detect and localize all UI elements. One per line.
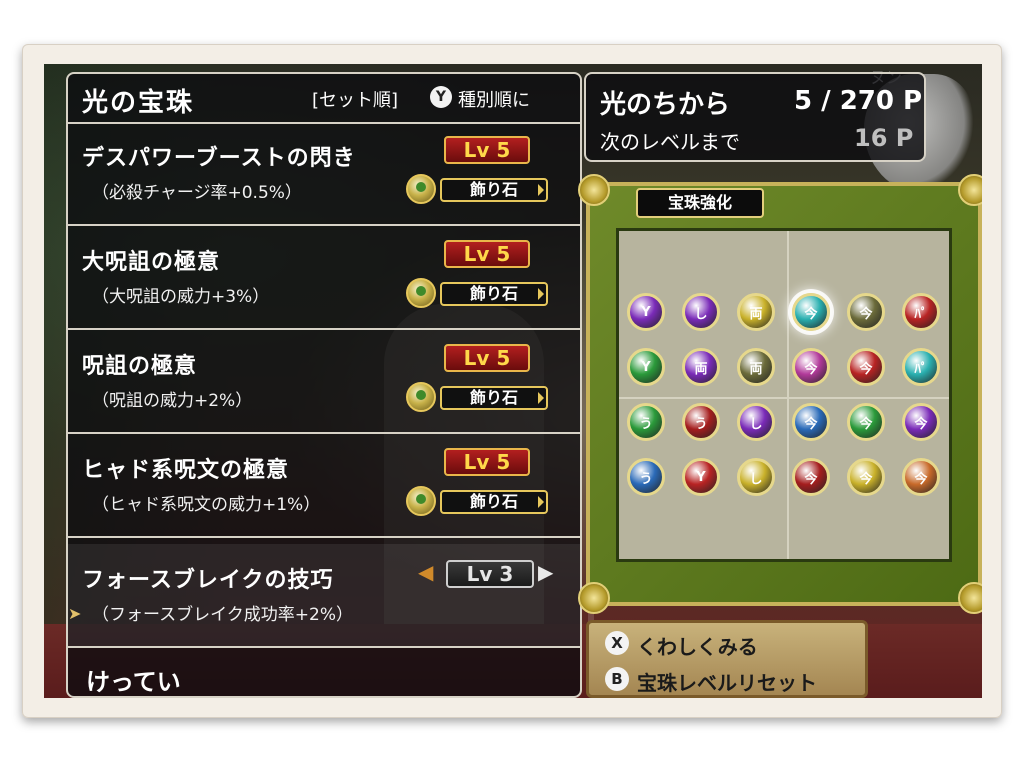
level-badge: Lv 5 bbox=[444, 448, 530, 476]
confirm-button[interactable]: けってい bbox=[68, 658, 580, 698]
orb-desc: （大呪詛の威力+3%） bbox=[92, 287, 270, 307]
points-panel: 光のちから 5 / 270 P 次のレベルまで 16 P bbox=[584, 72, 926, 162]
x-button-icon[interactable]: X bbox=[605, 631, 629, 655]
list-header: 光の宝珠 [セット順] Y 種別順に bbox=[68, 74, 580, 124]
orb-cell[interactable]: う bbox=[627, 458, 665, 496]
orb-cell[interactable]: 今 bbox=[902, 458, 940, 496]
board-title: 宝珠強化 bbox=[636, 188, 764, 218]
level-selector[interactable]: Lv 3 bbox=[446, 560, 534, 588]
corner-ornament-icon bbox=[578, 174, 610, 206]
orb-cell[interactable]: 今 bbox=[847, 458, 885, 496]
orb-icon bbox=[406, 174, 436, 204]
reset-label[interactable]: 宝珠レベルリセット bbox=[637, 667, 817, 696]
orb-cell[interactable]: 今 bbox=[847, 293, 885, 331]
slot-label: 飾り石 bbox=[440, 490, 548, 514]
points-title: 光のちから bbox=[600, 90, 731, 120]
b-button-icon[interactable]: B bbox=[605, 667, 629, 691]
orb-name: フォースブレイクの技巧 bbox=[82, 568, 334, 593]
orb-list-panel: 光の宝珠 [セット順] Y 種別順に デスパワーブーストの閃き （必殺チャージ率… bbox=[66, 72, 594, 698]
points-value: 5 / 270 P bbox=[794, 86, 923, 116]
details-label[interactable]: くわしくみる bbox=[637, 631, 758, 660]
orb-cell[interactable]: う bbox=[627, 403, 665, 441]
corner-ornament-icon bbox=[958, 174, 982, 206]
list-item[interactable]: デスパワーブーストの閃き （必殺チャージ率+0.5%） Lv 5 飾り石 bbox=[68, 122, 580, 226]
orb-cell[interactable]: う bbox=[682, 403, 720, 441]
gem-slot[interactable]: 飾り石 bbox=[406, 382, 550, 412]
list-item-selected[interactable]: フォースブレイクの技巧 （フォースブレイク成功率+2%） ◀ Lv 3 ▶ bbox=[68, 544, 580, 648]
help-panel: X くわしくみる B 宝珠レベルリセット bbox=[586, 620, 868, 698]
orb-icon bbox=[406, 486, 436, 516]
orb-desc: （必殺チャージ率+0.5%） bbox=[92, 183, 302, 203]
orb-name: ヒャド系呪文の極意 bbox=[82, 458, 290, 483]
orb-cell[interactable]: ﾊﾟ bbox=[902, 293, 940, 331]
orb-cell[interactable]: 両 bbox=[737, 293, 775, 331]
slot-label: 飾り石 bbox=[440, 386, 548, 410]
list-title: 光の宝珠 bbox=[82, 88, 195, 118]
sort-current-label: [セット順] bbox=[312, 90, 399, 111]
arrow-left-icon[interactable]: ◀ bbox=[418, 560, 433, 584]
gem-slot[interactable]: 飾り石 bbox=[406, 174, 550, 204]
next-level-label: 次のレベルまで bbox=[600, 130, 740, 154]
gem-slot[interactable]: 飾り石 bbox=[406, 486, 550, 516]
orb-icon bbox=[406, 382, 436, 412]
orb-cell[interactable]: 今 bbox=[847, 348, 885, 386]
orb-cell[interactable]: Y bbox=[627, 293, 665, 331]
orb-cell[interactable]: ﾊﾟ bbox=[902, 348, 940, 386]
game-screen: ヌン 光の宝珠 [セット順] Y 種別順に デスパワーブーストの閃き （必殺チャ… bbox=[44, 64, 982, 698]
orb-cell-selected[interactable]: 今 bbox=[792, 293, 830, 331]
list-item[interactable]: 呪詛の極意 （呪詛の威力+2%） Lv 5 飾り石 bbox=[68, 330, 580, 434]
cursor-arrow-icon: ➤ bbox=[68, 604, 82, 623]
gem-slot[interactable]: 飾り石 bbox=[406, 278, 550, 308]
orb-name: デスパワーブーストの閃き bbox=[82, 146, 356, 171]
orb-cell[interactable]: 両 bbox=[737, 348, 775, 386]
orb-cell[interactable]: Y bbox=[627, 348, 665, 386]
slot-label: 飾り石 bbox=[440, 178, 548, 202]
grid-divider bbox=[619, 397, 949, 399]
sort-alt-button[interactable]: 種別順に bbox=[458, 86, 530, 112]
grid-divider bbox=[787, 231, 789, 559]
level-badge: Lv 5 bbox=[444, 136, 530, 164]
orb-cell[interactable]: 今 bbox=[792, 403, 830, 441]
orb-cell[interactable]: し bbox=[737, 403, 775, 441]
orb-cell[interactable]: 両 bbox=[682, 348, 720, 386]
corner-ornament-icon bbox=[578, 582, 610, 614]
orb-cell[interactable]: し bbox=[682, 293, 720, 331]
orb-cell[interactable]: 今 bbox=[792, 458, 830, 496]
slot-label: 飾り石 bbox=[440, 282, 548, 306]
orb-icon bbox=[406, 278, 436, 308]
orb-desc: （ヒャド系呪文の威力+1%） bbox=[92, 495, 321, 515]
orb-cell[interactable]: Y bbox=[682, 458, 720, 496]
orb-cell[interactable]: 今 bbox=[792, 348, 830, 386]
next-level-value: 16 P bbox=[854, 124, 914, 152]
level-badge: Lv 5 bbox=[444, 344, 530, 372]
list-item[interactable]: ヒャド系呪文の極意 （ヒャド系呪文の威力+1%） Lv 5 飾り石 bbox=[68, 434, 580, 538]
orb-desc: （フォースブレイク成功率+2%） bbox=[92, 605, 354, 625]
level-badge: Lv 5 bbox=[444, 240, 530, 268]
orb-grid: Y し 両 今 今 ﾊﾟ Y 両 両 今 今 ﾊﾟ う う し 今 今 今 う … bbox=[616, 228, 952, 562]
orb-cell[interactable]: 今 bbox=[847, 403, 885, 441]
orb-desc: （呪詛の威力+2%） bbox=[92, 391, 253, 411]
corner-ornament-icon bbox=[958, 582, 982, 614]
confirm-label: けってい bbox=[86, 668, 181, 696]
list-item[interactable]: 大呪詛の極意 （大呪詛の威力+3%） Lv 5 飾り石 bbox=[68, 226, 580, 330]
orb-name: 大呪詛の極意 bbox=[82, 250, 221, 275]
arrow-right-icon[interactable]: ▶ bbox=[538, 560, 553, 584]
orb-cell[interactable]: 今 bbox=[902, 403, 940, 441]
orb-board: 宝珠強化 Y し 両 今 今 ﾊﾟ Y 両 両 今 今 ﾊﾟ う う し 今 今… bbox=[578, 174, 982, 614]
y-button-icon[interactable]: Y bbox=[430, 86, 452, 108]
orb-cell[interactable]: し bbox=[737, 458, 775, 496]
orb-name: 呪詛の極意 bbox=[82, 354, 198, 379]
